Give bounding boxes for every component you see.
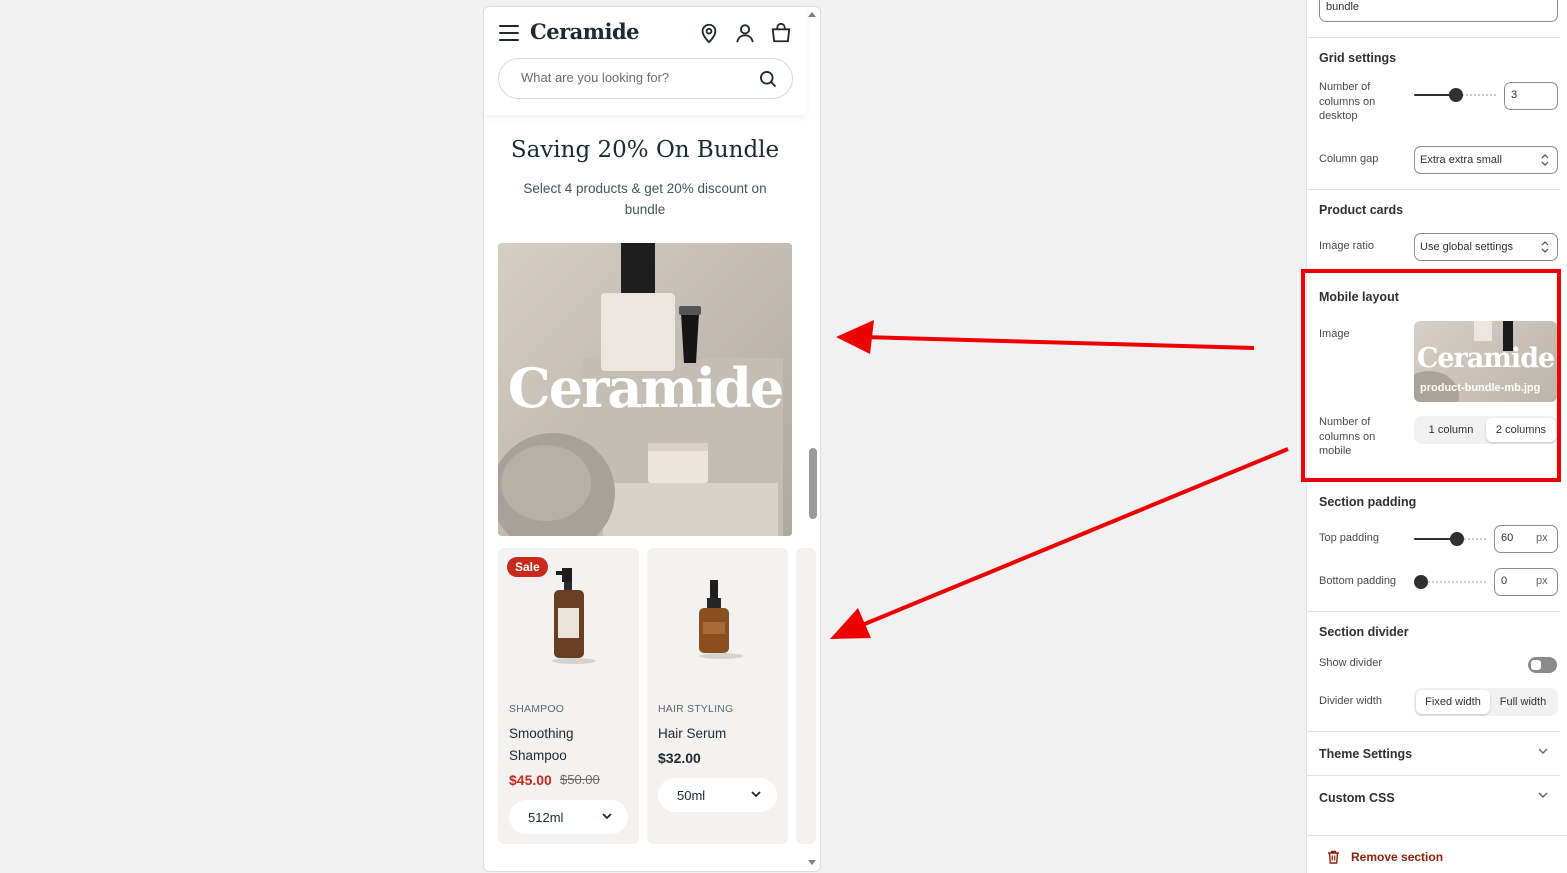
store-logo[interactable]: Ceramide xyxy=(530,19,640,44)
top-padding-value: 60 xyxy=(1501,532,1514,544)
bundle-banner-image: Ceramide xyxy=(498,243,792,536)
desktop-columns-slider[interactable] xyxy=(1414,88,1496,102)
slider-knob[interactable] xyxy=(1414,575,1428,589)
bottom-padding-value: 0 xyxy=(1501,575,1508,587)
search-icon[interactable] xyxy=(758,69,778,89)
scroll-down-arrow[interactable] xyxy=(808,860,816,865)
divider xyxy=(1307,611,1560,612)
variant-value: 50ml xyxy=(677,788,706,803)
divider xyxy=(1307,835,1567,836)
bottom-padding-input[interactable]: 0 px xyxy=(1494,568,1558,596)
divider xyxy=(1307,189,1560,190)
column-gap-select[interactable]: Extra extra small xyxy=(1414,146,1558,174)
custom-css-label: Custom CSS xyxy=(1319,791,1395,805)
menu-icon[interactable] xyxy=(499,25,519,41)
mobile-layout-highlight-box xyxy=(1301,269,1561,482)
arrow-to-banner xyxy=(836,320,1255,354)
bottom-padding-label: Bottom padding xyxy=(1319,575,1397,587)
product-card[interactable]: Sale SHAMPOO Smoothing Shampoo $45.00 $5… xyxy=(498,548,639,844)
bundle-subheading: Select 4 products & get 20% discount on … xyxy=(523,181,767,217)
product-category: SHAMPOO xyxy=(509,703,565,715)
top-padding-slider[interactable] xyxy=(1414,532,1486,546)
desktop-columns-input[interactable]: 3 xyxy=(1504,82,1558,110)
divider-width-segmented[interactable]: Fixed width Full width xyxy=(1414,688,1558,716)
select-arrows-icon xyxy=(1541,241,1549,253)
product-name[interactable]: Smoothing Shampoo xyxy=(509,723,629,767)
chevron-down-icon xyxy=(1538,748,1548,754)
banner-brand-text: Ceramide xyxy=(507,356,785,420)
top-padding-label: Top padding xyxy=(1319,532,1379,544)
top-padding-input[interactable]: 60 px xyxy=(1494,525,1558,553)
shampoo-bottle-image xyxy=(552,568,596,664)
product-image[interactable] xyxy=(647,568,788,668)
bottom-padding-slider[interactable] xyxy=(1414,575,1486,589)
select-arrows-icon xyxy=(1541,154,1549,166)
arrow-to-product-cards xyxy=(830,447,1289,639)
variant-value: 512ml xyxy=(528,810,564,825)
product-category: HAIR STYLING xyxy=(658,703,734,715)
divider-width-label: Divider width xyxy=(1319,695,1382,707)
trash-icon xyxy=(1328,850,1339,864)
desktop-columns-value: 3 xyxy=(1511,89,1518,101)
preview-scrollbar-thumb[interactable] xyxy=(809,448,817,519)
slider-knob[interactable] xyxy=(1449,88,1463,102)
account-icon[interactable] xyxy=(734,22,756,44)
serum-bottle-image xyxy=(699,580,743,659)
chevron-down-icon xyxy=(751,791,761,798)
divider xyxy=(1307,37,1560,38)
slider-knob[interactable] xyxy=(1450,532,1464,546)
px-unit: px xyxy=(1536,575,1548,587)
product-cards-title: Product cards xyxy=(1319,203,1404,217)
px-unit: px xyxy=(1536,532,1548,544)
chevron-down-icon xyxy=(602,813,612,820)
product-card-partial[interactable] xyxy=(796,548,816,844)
product-price: $32.00 xyxy=(658,750,701,766)
product-name[interactable]: Hair Serum xyxy=(658,723,778,745)
search-input[interactable] xyxy=(521,70,741,85)
product-compare-price: $50.00 xyxy=(560,772,600,787)
scroll-up-arrow[interactable] xyxy=(808,12,816,17)
variant-select[interactable]: 50ml xyxy=(658,778,777,812)
image-ratio-value: Use global settings xyxy=(1420,241,1513,253)
image-ratio-label: Image ratio xyxy=(1319,240,1375,252)
cart-icon[interactable] xyxy=(770,22,792,44)
section-padding-title: Section padding xyxy=(1319,495,1417,509)
mobile-preview: Ceramide Saving 20% On Bundle Select 4 p… xyxy=(483,6,821,872)
show-divider-label: Show divider xyxy=(1319,657,1382,669)
column-gap-label: Column gap xyxy=(1319,153,1379,165)
desktop-columns-label: Number of columns on desktop xyxy=(1319,81,1376,122)
sale-badge: Sale xyxy=(507,557,548,577)
variant-select[interactable]: 512ml xyxy=(509,800,628,834)
full-width-option[interactable]: Full width xyxy=(1490,690,1556,714)
search-bar[interactable] xyxy=(498,58,793,99)
product-card[interactable]: HAIR STYLING Hair Serum $32.00 50ml xyxy=(647,548,788,844)
column-gap-value: Extra extra small xyxy=(1420,154,1502,166)
theme-settings-row[interactable]: Theme Settings xyxy=(1307,732,1560,776)
section-divider-title: Section divider xyxy=(1319,625,1409,639)
fixed-width-option[interactable]: Fixed width xyxy=(1416,690,1490,714)
bundle-text-field[interactable]: bundle xyxy=(1319,0,1558,22)
location-pin-icon[interactable] xyxy=(698,22,720,44)
product-image[interactable] xyxy=(498,568,639,668)
image-ratio-select[interactable]: Use global settings xyxy=(1414,233,1558,261)
theme-settings-label: Theme Settings xyxy=(1319,747,1413,761)
grid-settings-title: Grid settings xyxy=(1319,51,1397,65)
bundle-text-value: bundle xyxy=(1326,1,1360,13)
store-header: Ceramide xyxy=(484,7,806,115)
show-divider-toggle[interactable] xyxy=(1528,657,1557,673)
custom-css-row[interactable]: Custom CSS xyxy=(1307,776,1560,820)
bundle-heading: Saving 20% On Bundle xyxy=(510,137,780,163)
chevron-down-icon xyxy=(1538,792,1548,798)
product-price: $45.00 xyxy=(509,772,552,788)
slider-rest xyxy=(1421,581,1486,583)
remove-section-label: Remove section xyxy=(1351,850,1444,864)
